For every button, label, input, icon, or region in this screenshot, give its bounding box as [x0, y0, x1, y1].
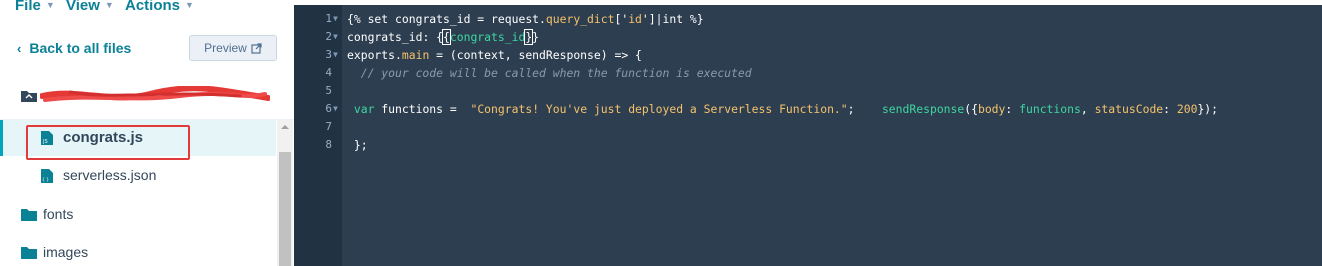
line-number: 4 — [325, 66, 332, 79]
scroll-up-arrow-icon[interactable] — [280, 123, 290, 131]
menu-view[interactable]: View ▼ — [66, 0, 114, 14]
menu-view-label: View — [66, 0, 100, 14]
file-name: serverless.json — [63, 167, 157, 183]
code-line-1: {% set congrats_id = request.query_dict[… — [347, 12, 704, 26]
menu-actions[interactable]: Actions ▼ — [125, 0, 194, 14]
folder-item-fonts[interactable]: fonts — [0, 200, 276, 230]
file-browser-panel: File ▼ View ▼ Actions ▼ ‹ Back to all files … — [0, 0, 294, 266]
folder-name: images — [43, 244, 89, 260]
line-number: 5 — [325, 84, 332, 97]
folder-icon — [21, 247, 37, 259]
line-number: 6 — [325, 102, 332, 115]
project-folder-row[interactable] — [20, 86, 270, 106]
file-item-serverless-json[interactable]: { } serverless.json — [0, 158, 276, 194]
fold-arrow-icon[interactable]: ▼ — [333, 10, 338, 28]
redaction-scribble — [40, 86, 270, 102]
fold-arrow-icon[interactable]: ▼ — [333, 100, 338, 118]
back-to-all-files-link[interactable]: ‹ Back to all files — [17, 40, 131, 56]
line-number: 8 — [325, 138, 332, 151]
code-line-4: // your code will be called when the fun… — [347, 66, 752, 80]
line-number: 2 — [325, 30, 332, 43]
folder-name: fonts — [43, 206, 74, 222]
chevron-down-icon: ▼ — [45, 0, 55, 10]
preview-button-label: Preview — [204, 41, 247, 55]
menu-actions-label: Actions — [125, 0, 181, 14]
chevron-down-icon: ▼ — [185, 0, 194, 10]
folder-item-images[interactable]: images — [0, 238, 276, 266]
external-link-icon — [251, 42, 262, 54]
chevron-down-icon: ▼ — [104, 0, 114, 10]
code-editor[interactable]: 1 2 3 4 5 6 7 8 ▼ ▼ ▼ ▼ {% set congrats_… — [294, 5, 1322, 266]
menu-file-label: File — [15, 0, 41, 14]
active-indicator — [0, 120, 3, 156]
svg-text:{ }: { } — [42, 177, 49, 183]
code-line-8: }; — [347, 138, 368, 152]
editor-gutter: 1 2 3 4 5 6 7 8 ▼ ▼ ▼ ▼ — [294, 5, 342, 266]
highlight-annotation-box — [26, 125, 190, 160]
chevron-left-icon: ‹ — [17, 41, 22, 56]
code-line-2: congrats_id: {{congrats_id}} — [347, 29, 540, 45]
code-line-6: var functions = "Congrats! You've just d… — [347, 102, 1219, 116]
fold-arrow-icon[interactable]: ▼ — [333, 46, 338, 64]
line-number: 3 — [325, 48, 332, 61]
line-number: 1 — [325, 12, 332, 25]
fold-arrow-icon[interactable]: ▼ — [333, 28, 338, 46]
json-file-icon: { } — [41, 169, 53, 183]
scrollbar-thumb[interactable] — [279, 152, 291, 266]
back-link-label: Back to all files — [29, 40, 132, 56]
code-line-3: exports.main = (context, sendResponse) =… — [347, 48, 642, 62]
menu-file[interactable]: File ▼ — [15, 0, 55, 14]
folder-icon — [21, 209, 37, 221]
preview-button[interactable]: Preview — [189, 35, 277, 61]
line-number: 7 — [325, 120, 332, 133]
menu-bar: File ▼ View ▼ Actions ▼ — [0, 0, 294, 16]
function-folder-icon — [21, 91, 37, 102]
